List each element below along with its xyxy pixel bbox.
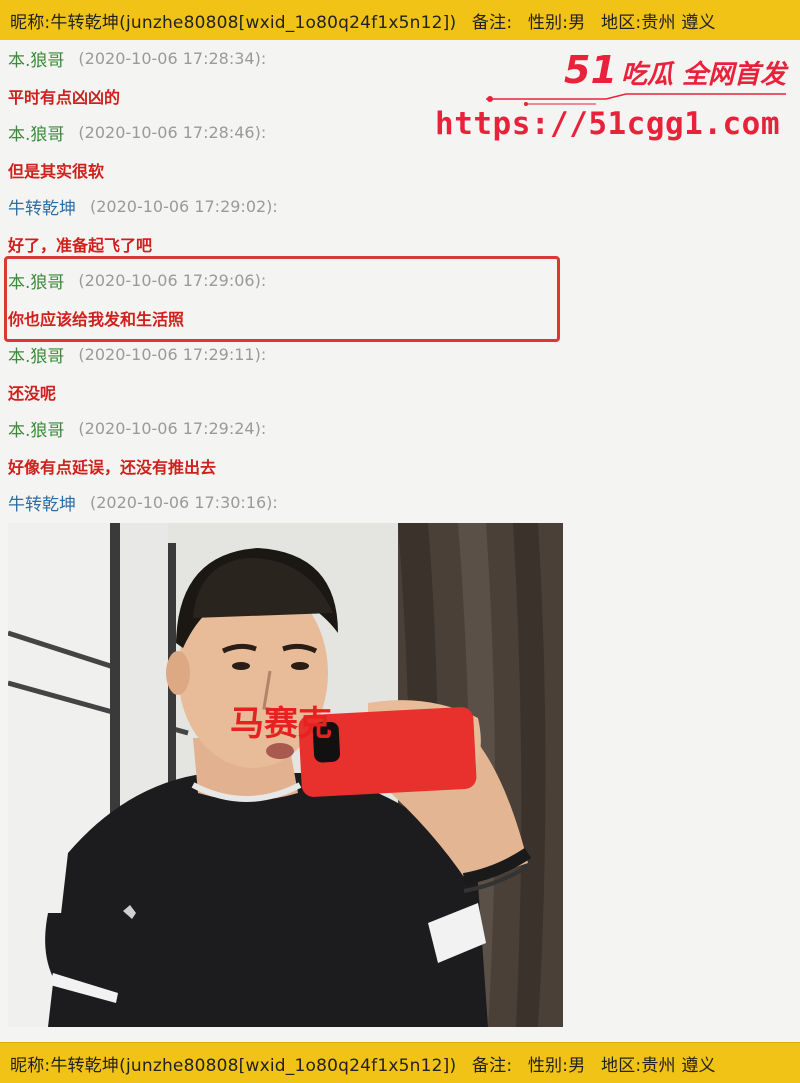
region-label: 地区: [601, 1055, 642, 1076]
message-timestamp: (2020-10-06 17:29:11): [78, 345, 267, 364]
highlight-annotation-box [4, 256, 560, 342]
message-timestamp: (2020-10-06 17:28:46): [78, 123, 267, 142]
gender-label: 性别: [527, 12, 569, 33]
sender-name: 本.狼哥 [8, 125, 65, 145]
region-value: 贵州 遵义 [641, 1055, 716, 1076]
contact-info-bar: 昵称:牛转乾坤(junzhe80808[wxid_1o80q24f1x5n12]… [0, 0, 800, 40]
sender-name: 牛转乾坤 [8, 495, 76, 515]
message-timestamp: (2020-10-06 17:28:34): [78, 49, 267, 68]
nickname-value: 牛转乾坤(junzhe80808[wxid_1o80q24f1x5n12]) [50, 1055, 457, 1076]
region-value: 贵州 遵义 [641, 12, 716, 33]
nickname-value: 牛转乾坤(junzhe80808[wxid_1o80q24f1x5n12]) [50, 12, 457, 33]
message-timestamp: (2020-10-06 17:30:16): [90, 493, 278, 512]
watermark-brand-text: 吃瓜 全网首发 [620, 60, 786, 90]
message-text: 平时有点凶凶的 [8, 87, 121, 107]
watermark-url: https://51cgg1.com [435, 106, 780, 142]
message-header: 本.狼哥 (2020-10-06 17:29:24): [8, 410, 568, 447]
message-body: 但是其实很软 [8, 151, 568, 188]
contact-info-text: 昵称:牛转乾坤(junzhe80808[wxid_1o80q24f1x5n12]… [0, 1051, 716, 1076]
message-timestamp: (2020-10-06 17:29:24): [78, 419, 267, 438]
gender-value: 男 [568, 12, 586, 33]
sender-name: 本.狼哥 [8, 51, 65, 71]
message-header: 本.狼哥 (2020-10-06 17:28:34): [8, 40, 568, 77]
message-header: 牛转乾坤 (2020-10-06 17:29:02): [8, 188, 568, 225]
watermark-brand-number: 51 [564, 48, 617, 92]
watermark-brand: 51 吃瓜 全网首发 [564, 48, 786, 92]
sender-name: 牛转乾坤 [8, 199, 76, 219]
contact-info-bar-bottom: 昵称:牛转乾坤(junzhe80808[wxid_1o80q24f1x5n12]… [0, 1042, 800, 1083]
remark-label: 备注: [471, 1055, 513, 1076]
selfie-image: 马赛克 [8, 523, 563, 1027]
message-text: 但是其实很软 [8, 161, 105, 181]
nickname-label: 昵称: [10, 1055, 51, 1076]
message-text: 好了，准备起飞了吧 [8, 235, 153, 255]
gender-label: 性别: [527, 1055, 569, 1076]
message-text: 还没呢 [8, 383, 57, 403]
shared-photo[interactable]: 马赛克 [8, 523, 563, 1027]
site-watermark: 51 吃瓜 全网首发 https://51cgg1.com [435, 48, 786, 148]
sender-name: 本.狼哥 [8, 421, 65, 441]
message-body: 好像有点延误，还没有推出去 [8, 447, 568, 484]
remark-label: 备注: [471, 12, 513, 33]
message-text: 好像有点延误，还没有推出去 [8, 457, 217, 477]
region-label: 地区: [601, 12, 642, 33]
mosaic-label: 马赛克 [230, 704, 332, 743]
contact-info-text: 昵称:牛转乾坤(junzhe80808[wxid_1o80q24f1x5n12]… [0, 8, 716, 33]
sender-name: 本.狼哥 [8, 347, 65, 367]
gender-value: 男 [568, 1055, 586, 1076]
watermark-circuit-decoration [486, 93, 786, 106]
message-header: 牛转乾坤 (2020-10-06 17:30:16): [8, 484, 568, 521]
nickname-label: 昵称: [10, 12, 51, 33]
message-timestamp: (2020-10-06 17:29:02): [90, 197, 278, 216]
message-body: 还没呢 [8, 373, 568, 410]
